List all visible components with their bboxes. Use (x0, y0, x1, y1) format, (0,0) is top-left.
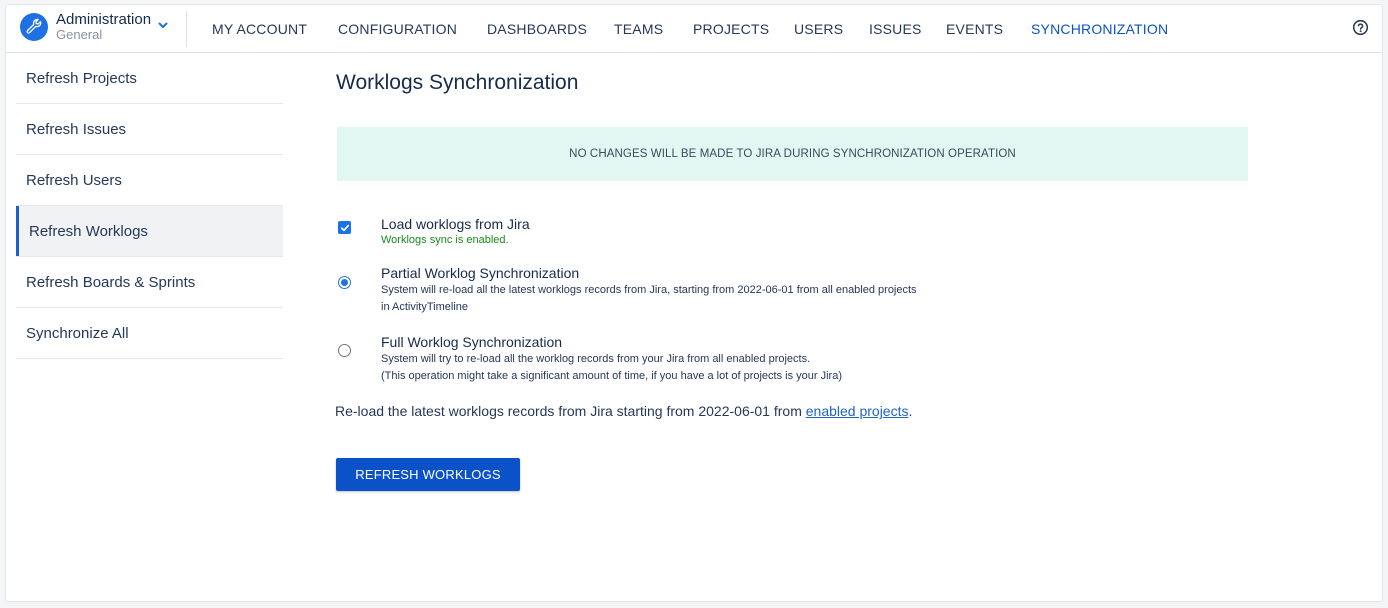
radio-selected[interactable] (338, 276, 351, 289)
radio-unselected[interactable] (338, 344, 351, 357)
partial-sync-label: Partial Worklog Synchronization (381, 265, 580, 281)
info-banner: NO CHANGES WILL BE MADE TO JIRA DURING S… (337, 127, 1248, 181)
info-banner-text: NO CHANGES WILL BE MADE TO JIRA DURING S… (569, 148, 1016, 160)
wrench-icon (20, 13, 48, 41)
sidebar-item-synchronize-all[interactable]: Synchronize All (16, 308, 283, 359)
help-circle-icon[interactable] (1352, 19, 1369, 36)
load-worklogs-checkbox[interactable] (338, 221, 351, 234)
chevron-down-icon (158, 22, 168, 28)
refresh-worklogs-button[interactable]: REFRESH WORKLOGS (336, 458, 520, 491)
nav-divider (186, 11, 187, 47)
sidebar-item-refresh-issues[interactable]: Refresh Issues (16, 104, 283, 155)
full-sync-description: System will try to re-load all the workl… (381, 353, 811, 365)
full-sync-option: Full Worklog Synchronization System will… (381, 334, 921, 385)
partial-sync-option: Partial Worklog Synchronization System w… (381, 265, 921, 316)
nav-dashboards[interactable]: DASHBOARDS (487, 21, 587, 37)
nav-users[interactable]: USERS (794, 21, 843, 37)
nav-events[interactable]: EVENTS (946, 21, 1003, 37)
sidebar-item-refresh-worklogs[interactable]: Refresh Worklogs (16, 206, 283, 257)
nav-projects[interactable]: PROJECTS (693, 21, 769, 37)
app-window: Administration General MY ACCOUNT CONFIG… (5, 4, 1383, 602)
reload-text: Re-load the latest worklogs records from… (335, 403, 806, 419)
worklogs-sync-status: Worklogs sync is enabled. (381, 234, 509, 246)
load-worklogs-option: Load worklogs from Jira Worklogs sync is… (381, 216, 530, 247)
sidebar-item-refresh-boards-sprints[interactable]: Refresh Boards & Sprints (16, 257, 283, 308)
checkbox-checked[interactable] (338, 221, 351, 234)
top-navigation: Administration General MY ACCOUNT CONFIG… (6, 5, 1382, 53)
full-sync-radio[interactable] (338, 344, 351, 357)
nav-my-account[interactable]: MY ACCOUNT (212, 21, 307, 37)
admin-menu-switcher[interactable]: Administration General (20, 12, 169, 42)
brand-subtitle: General (56, 27, 103, 42)
reload-text-end: . (908, 403, 913, 419)
checkmark-icon (340, 224, 349, 231)
nav-synchronization[interactable]: SYNCHRONIZATION (1031, 21, 1168, 37)
brand-text: Administration General (56, 12, 151, 42)
partial-sync-description: System will re-load all the latest workl… (381, 284, 917, 313)
full-sync-warning: (This operation might take a significant… (381, 370, 842, 382)
load-worklogs-label: Load worklogs from Jira (381, 216, 530, 232)
nav-teams[interactable]: TEAMS (614, 21, 663, 37)
brand-title: Administration (56, 11, 152, 28)
sidebar-item-refresh-projects[interactable]: Refresh Projects (16, 53, 283, 104)
nav-configuration[interactable]: CONFIGURATION (338, 21, 457, 37)
partial-sync-radio[interactable] (338, 276, 351, 289)
nav-issues[interactable]: ISSUES (869, 21, 922, 37)
sidebar: Refresh Projects Refresh Issues Refresh … (16, 53, 283, 359)
page-title: Worklogs Synchronization (336, 71, 579, 94)
enabled-projects-link[interactable]: enabled projects (806, 403, 909, 419)
reload-summary: Re-load the latest worklogs records from… (335, 403, 912, 419)
full-sync-label: Full Worklog Synchronization (381, 334, 563, 350)
sidebar-item-refresh-users[interactable]: Refresh Users (16, 155, 283, 206)
